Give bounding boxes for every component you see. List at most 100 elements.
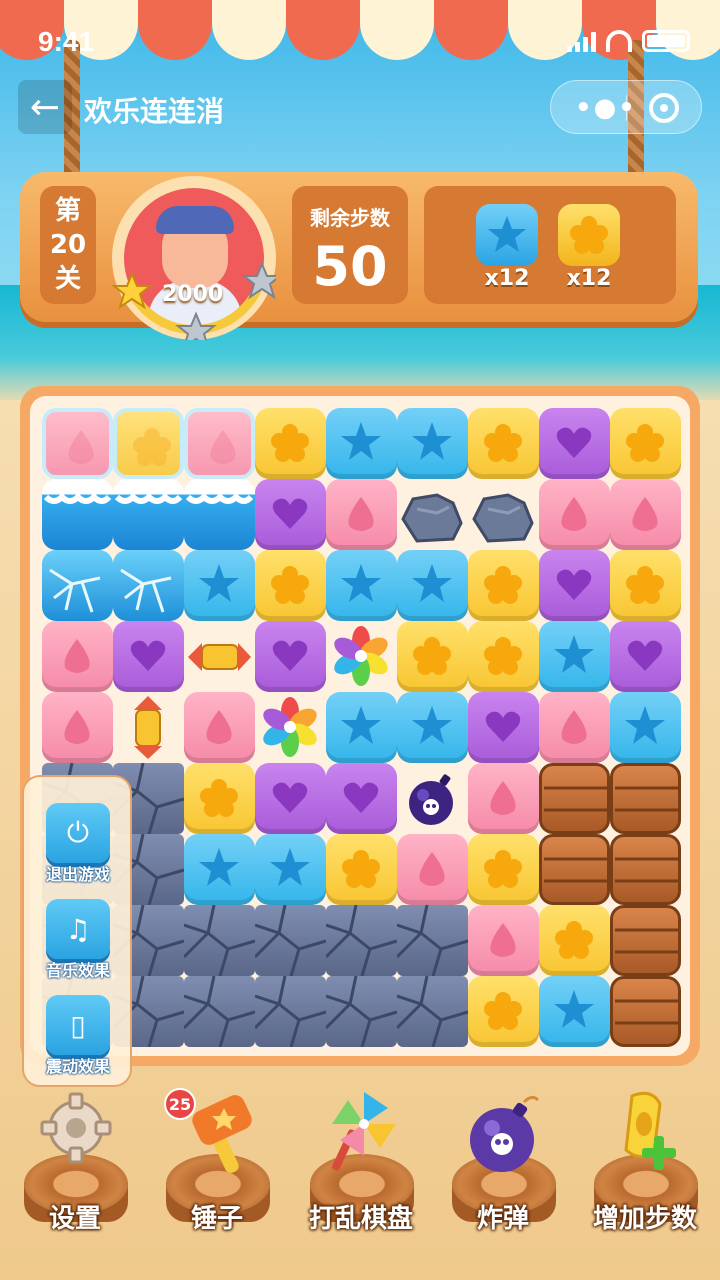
hammer-tool[interactable]: 25 锤子 <box>152 1088 282 1248</box>
hammer-label: 锤子 <box>190 1204 243 1234</box>
yellow-flower-piece[interactable] <box>255 408 326 479</box>
power-icon: ⏻ <box>46 803 110 863</box>
blue-star-piece[interactable] <box>539 976 610 1047</box>
pink-drop-piece[interactable] <box>468 905 539 976</box>
cracked-stone-tile[interactable] <box>255 905 326 976</box>
wooden-crate[interactable] <box>539 834 610 905</box>
bomb-tool[interactable]: 炸弹 <box>438 1088 568 1248</box>
bomb-icon <box>470 1095 540 1172</box>
cracked-ice-block[interactable] <box>113 550 184 621</box>
back-button[interactable]: ← <box>18 80 72 134</box>
frozen-ice-block[interactable] <box>42 479 113 550</box>
yellow-flower-piece[interactable] <box>468 550 539 621</box>
yellow-flower-piece[interactable] <box>539 905 610 976</box>
purple-heart-piece[interactable] <box>255 621 326 692</box>
yellow-flower-piece[interactable] <box>184 763 255 834</box>
goal-count-yellow: x12 <box>566 266 612 291</box>
purple-heart-piece[interactable] <box>255 479 326 550</box>
cracked-stone-tile[interactable] <box>184 905 255 976</box>
vibration-toggle-button[interactable]: ▯ 震动效果 <box>24 979 132 1076</box>
yellow-flower-piece[interactable] <box>610 408 681 479</box>
yellow-flower-piece[interactable] <box>326 834 397 905</box>
tool-bar: 设置 25 锤子 打乱棋盘 炸弹 增加步数 <box>0 1088 720 1280</box>
blue-star-piece[interactable] <box>610 692 681 763</box>
ice-covered-piece[interactable] <box>42 408 113 479</box>
frozen-ice-block[interactable] <box>113 479 184 550</box>
status-time: 9:41 <box>38 26 95 57</box>
yellow-flower-piece[interactable] <box>610 550 681 621</box>
exit-game-label: 退出游戏 <box>45 865 110 884</box>
wooden-crate[interactable] <box>539 763 610 834</box>
wooden-crate[interactable] <box>610 763 681 834</box>
pink-drop-piece[interactable] <box>326 479 397 550</box>
blue-star-piece[interactable] <box>184 550 255 621</box>
rainbow-ball-icon[interactable] <box>326 621 397 692</box>
pink-drop-piece[interactable] <box>42 692 113 763</box>
wooden-crate[interactable] <box>610 976 681 1047</box>
yellow-flower-piece[interactable] <box>468 621 539 692</box>
blue-star-piece[interactable] <box>397 692 468 763</box>
frozen-ice-block[interactable] <box>184 479 255 550</box>
blue-star-piece[interactable] <box>539 621 610 692</box>
rainbow-ball-icon[interactable] <box>255 692 326 763</box>
pink-drop-piece[interactable] <box>468 763 539 834</box>
player-avatar: 2000 <box>112 176 276 340</box>
cracked-stone-tile[interactable] <box>255 976 326 1047</box>
cracked-stone-tile[interactable] <box>397 976 468 1047</box>
purple-heart-piece[interactable] <box>610 621 681 692</box>
score-progress-arc <box>112 261 276 340</box>
vertical-rocket-icon[interactable] <box>113 692 184 763</box>
blue-star-piece[interactable] <box>255 834 326 905</box>
bomb-piece-icon[interactable] <box>397 763 468 834</box>
pink-drop-piece[interactable] <box>610 479 681 550</box>
blue-star-piece[interactable] <box>397 550 468 621</box>
cracked-ice-block[interactable] <box>42 550 113 621</box>
shuffle-tool[interactable]: 打乱棋盘 <box>296 1088 426 1248</box>
yellow-flower-piece[interactable] <box>468 976 539 1047</box>
music-toggle-button[interactable]: ♫ 音乐效果 <box>24 883 132 980</box>
cracked-stone-tile[interactable] <box>397 905 468 976</box>
blue-star-piece[interactable] <box>397 408 468 479</box>
shuffle-label: 打乱棋盘 <box>308 1204 413 1234</box>
wooden-crate[interactable] <box>610 905 681 976</box>
blue-star-piece[interactable] <box>326 550 397 621</box>
horizontal-rocket-icon[interactable] <box>184 621 255 692</box>
purple-heart-piece[interactable] <box>468 692 539 763</box>
blue-star-piece[interactable] <box>326 408 397 479</box>
blue-star-piece[interactable] <box>184 834 255 905</box>
pink-drop-piece[interactable] <box>539 479 610 550</box>
target-icon[interactable] <box>649 93 679 123</box>
purple-heart-piece[interactable] <box>539 550 610 621</box>
ice-covered-piece[interactable] <box>184 408 255 479</box>
status-bar: 9:41 <box>38 26 690 66</box>
purple-heart-piece[interactable] <box>326 763 397 834</box>
cracked-stone-tile[interactable] <box>326 976 397 1047</box>
yellow-flower-piece[interactable] <box>255 550 326 621</box>
blue-star-piece[interactable] <box>326 692 397 763</box>
cracked-stone-tile[interactable] <box>184 976 255 1047</box>
settings-tool[interactable]: 设置 <box>10 1088 140 1248</box>
rock-obstacle[interactable] <box>468 479 539 550</box>
purple-heart-piece[interactable] <box>113 621 184 692</box>
pink-drop-piece[interactable] <box>539 692 610 763</box>
pink-drop-piece[interactable] <box>184 692 255 763</box>
yellow-flower-piece[interactable] <box>468 834 539 905</box>
wooden-crate[interactable] <box>610 834 681 905</box>
add-steps-tool[interactable]: 增加步数 <box>580 1088 710 1248</box>
more-dots-icon[interactable]: •●• <box>575 93 637 123</box>
page-title: 欢乐连连消 <box>84 95 225 128</box>
rock-obstacle[interactable] <box>397 479 468 550</box>
exit-game-button[interactable]: ⏻ 退出游戏 <box>24 787 132 884</box>
yellow-flower-piece[interactable] <box>397 621 468 692</box>
ice-covered-piece[interactable] <box>113 408 184 479</box>
side-menu: ⏻ 退出游戏 ♫ 音乐效果 ▯ 震动效果 <box>22 775 132 1087</box>
battery-icon <box>642 30 690 52</box>
cracked-stone-tile[interactable] <box>326 905 397 976</box>
purple-heart-piece[interactable] <box>539 408 610 479</box>
yellow-flower-piece[interactable] <box>468 408 539 479</box>
hammer-count-badge: 25 <box>164 1088 196 1120</box>
level-prefix: 第 <box>54 196 81 226</box>
pink-drop-piece[interactable] <box>42 621 113 692</box>
purple-heart-piece[interactable] <box>255 763 326 834</box>
pink-drop-piece[interactable] <box>397 834 468 905</box>
